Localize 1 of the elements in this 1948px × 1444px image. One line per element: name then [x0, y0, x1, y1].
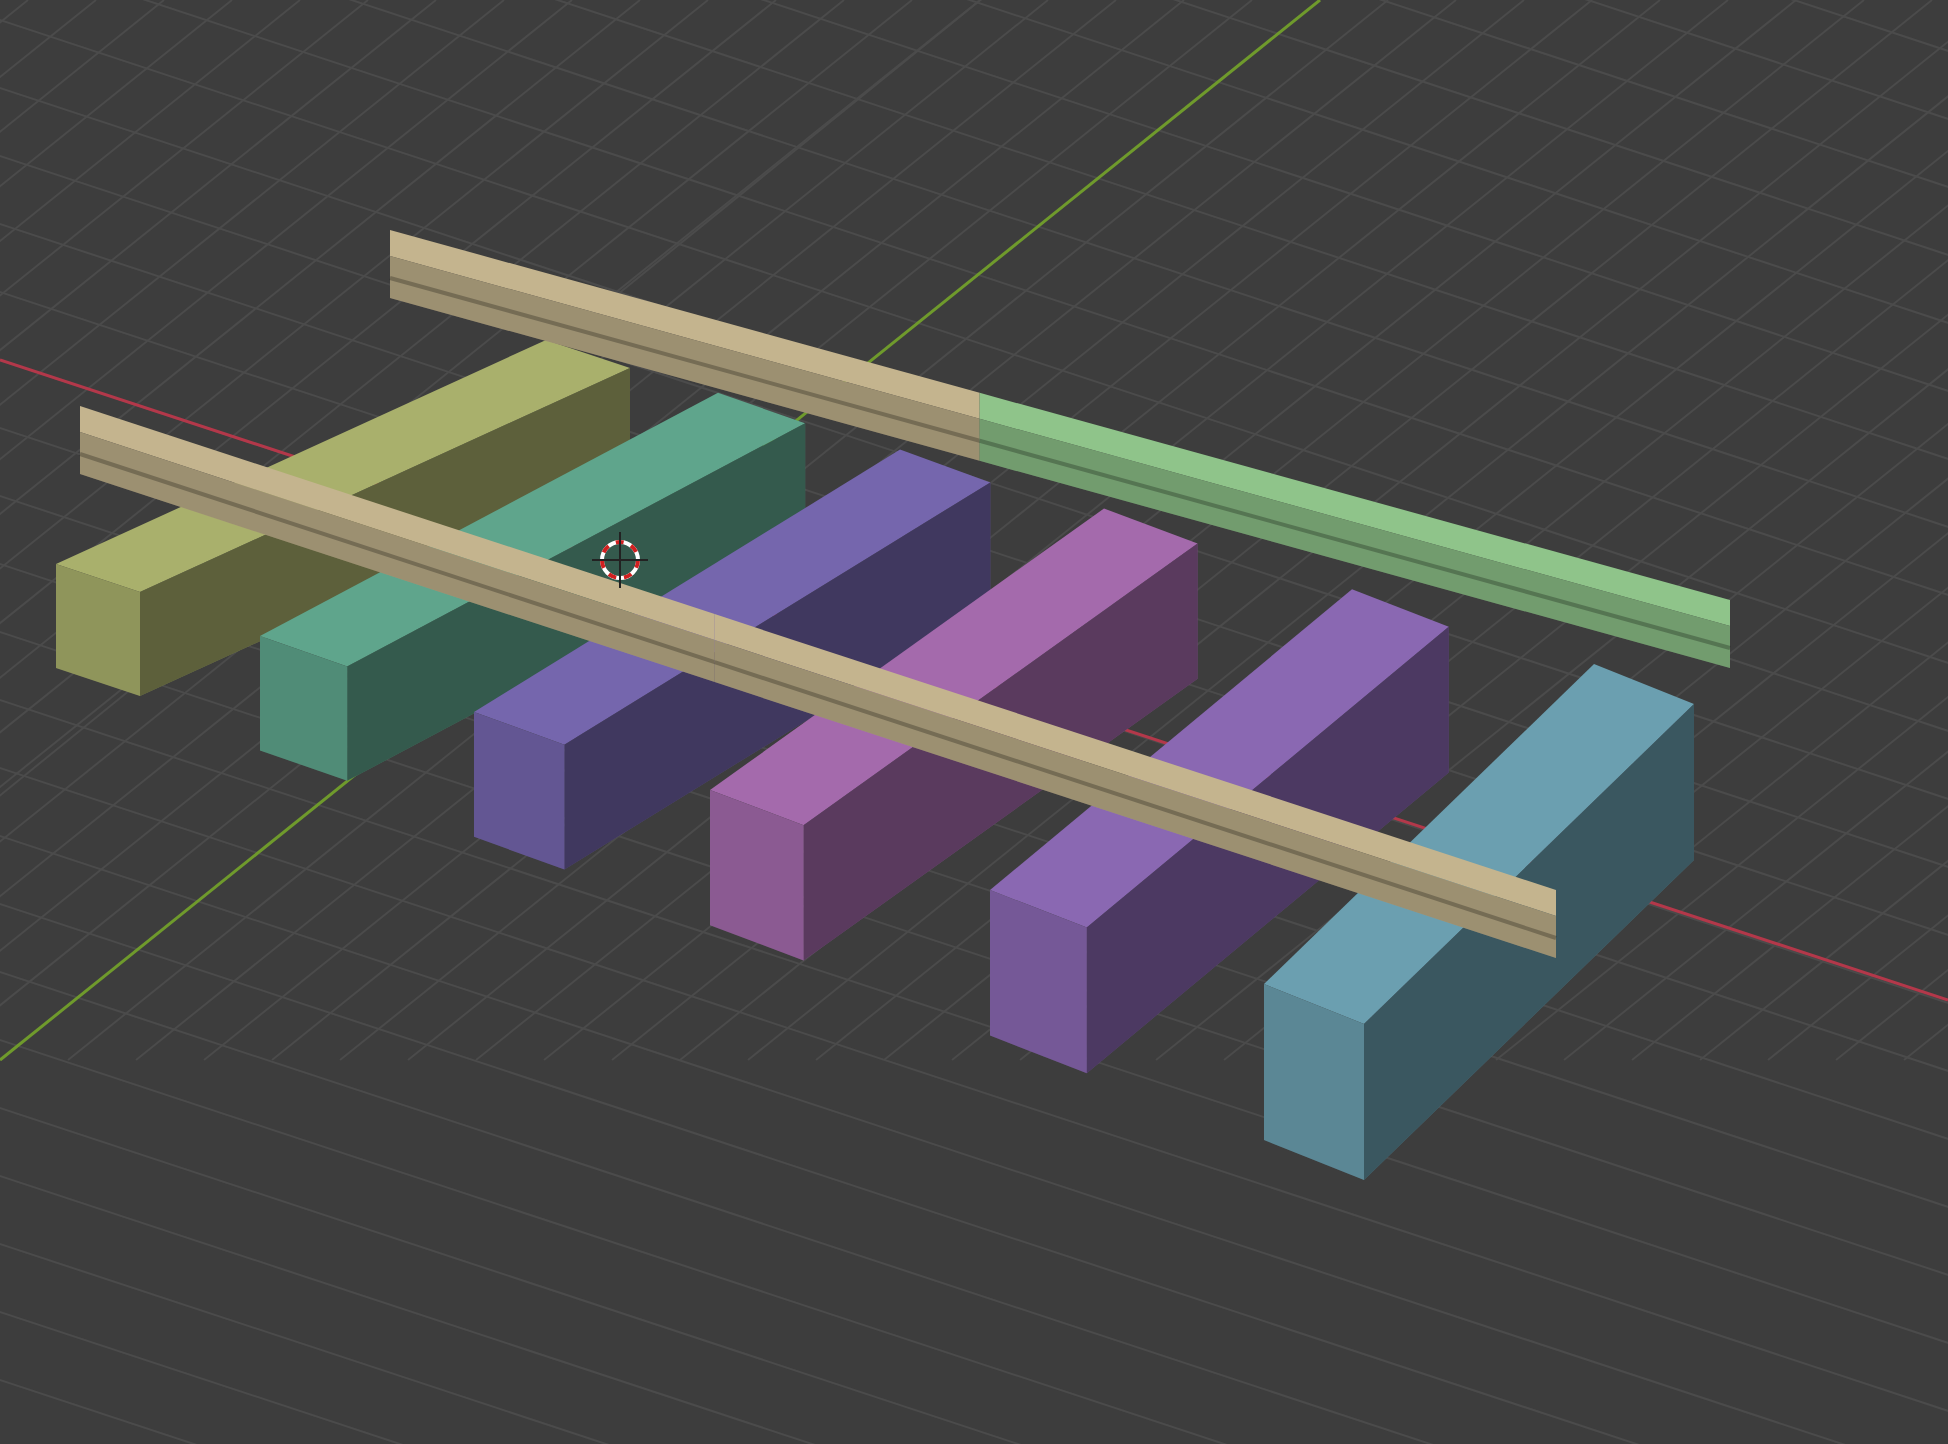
- 3d-cursor-icon: [591, 531, 649, 589]
